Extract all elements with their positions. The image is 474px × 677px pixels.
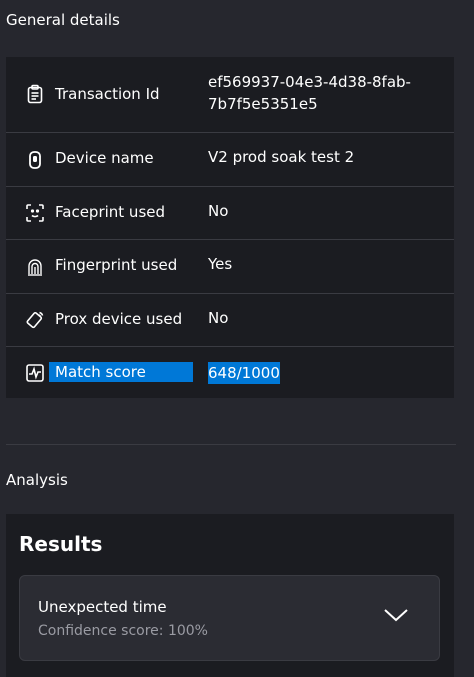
face-scan-icon	[25, 203, 45, 223]
detail-row-match-score: Match score 648/1000	[6, 347, 454, 398]
details-table: Transaction Id ef569937-04e3-4d38-8fab- …	[6, 57, 454, 398]
fingerprint-label: Fingerprint used	[55, 256, 178, 274]
prox-device-label: Prox device used	[55, 310, 183, 328]
transaction-id-value: ef569937-04e3-4d38-8fab- 7b7f5e5351e5	[208, 71, 411, 115]
chevron-down-icon[interactable]	[383, 607, 409, 623]
transaction-id-value-line2: 7b7f5e5351e5	[208, 95, 318, 113]
result-name: Unexpected time	[38, 598, 167, 616]
results-title: Results	[19, 532, 103, 556]
transaction-id-label: Transaction Id	[55, 85, 160, 103]
match-score-label: Match score	[49, 362, 193, 382]
detail-row-fingerprint: Fingerprint used Yes	[6, 240, 454, 294]
device-name-value: V2 prod soak test 2	[208, 148, 355, 166]
fingerprint-value: Yes	[208, 255, 233, 273]
prox-device-value: No	[208, 309, 229, 327]
device-name-label: Device name	[55, 149, 154, 167]
analysis-heading: Analysis	[6, 471, 68, 489]
match-score-value: 648/1000	[208, 362, 280, 384]
section-divider	[6, 444, 456, 445]
detail-row-device-name: Device name V2 prod soak test 2	[6, 133, 454, 187]
result-item-unexpected-time[interactable]: Unexpected time Confidence score: 100%	[19, 575, 440, 661]
fingerprint-icon	[25, 257, 45, 277]
faceprint-value: No	[208, 202, 229, 220]
results-card: Results Unexpected time Confidence score…	[6, 514, 454, 677]
device-icon	[25, 150, 45, 170]
detail-row-transaction-id: Transaction Id ef569937-04e3-4d38-8fab- …	[6, 57, 454, 133]
detail-row-prox-device: Prox device used No	[6, 294, 454, 347]
general-details-heading: General details	[6, 11, 120, 29]
detail-row-faceprint: Faceprint used No	[6, 187, 454, 240]
transaction-id-value-line1: ef569937-04e3-4d38-8fab-	[208, 73, 411, 91]
activity-chart-icon	[25, 363, 45, 383]
prox-card-icon	[25, 310, 45, 330]
faceprint-label: Faceprint used	[55, 203, 166, 221]
result-confidence: Confidence score: 100%	[38, 623, 208, 639]
clipboard-icon	[25, 84, 45, 104]
